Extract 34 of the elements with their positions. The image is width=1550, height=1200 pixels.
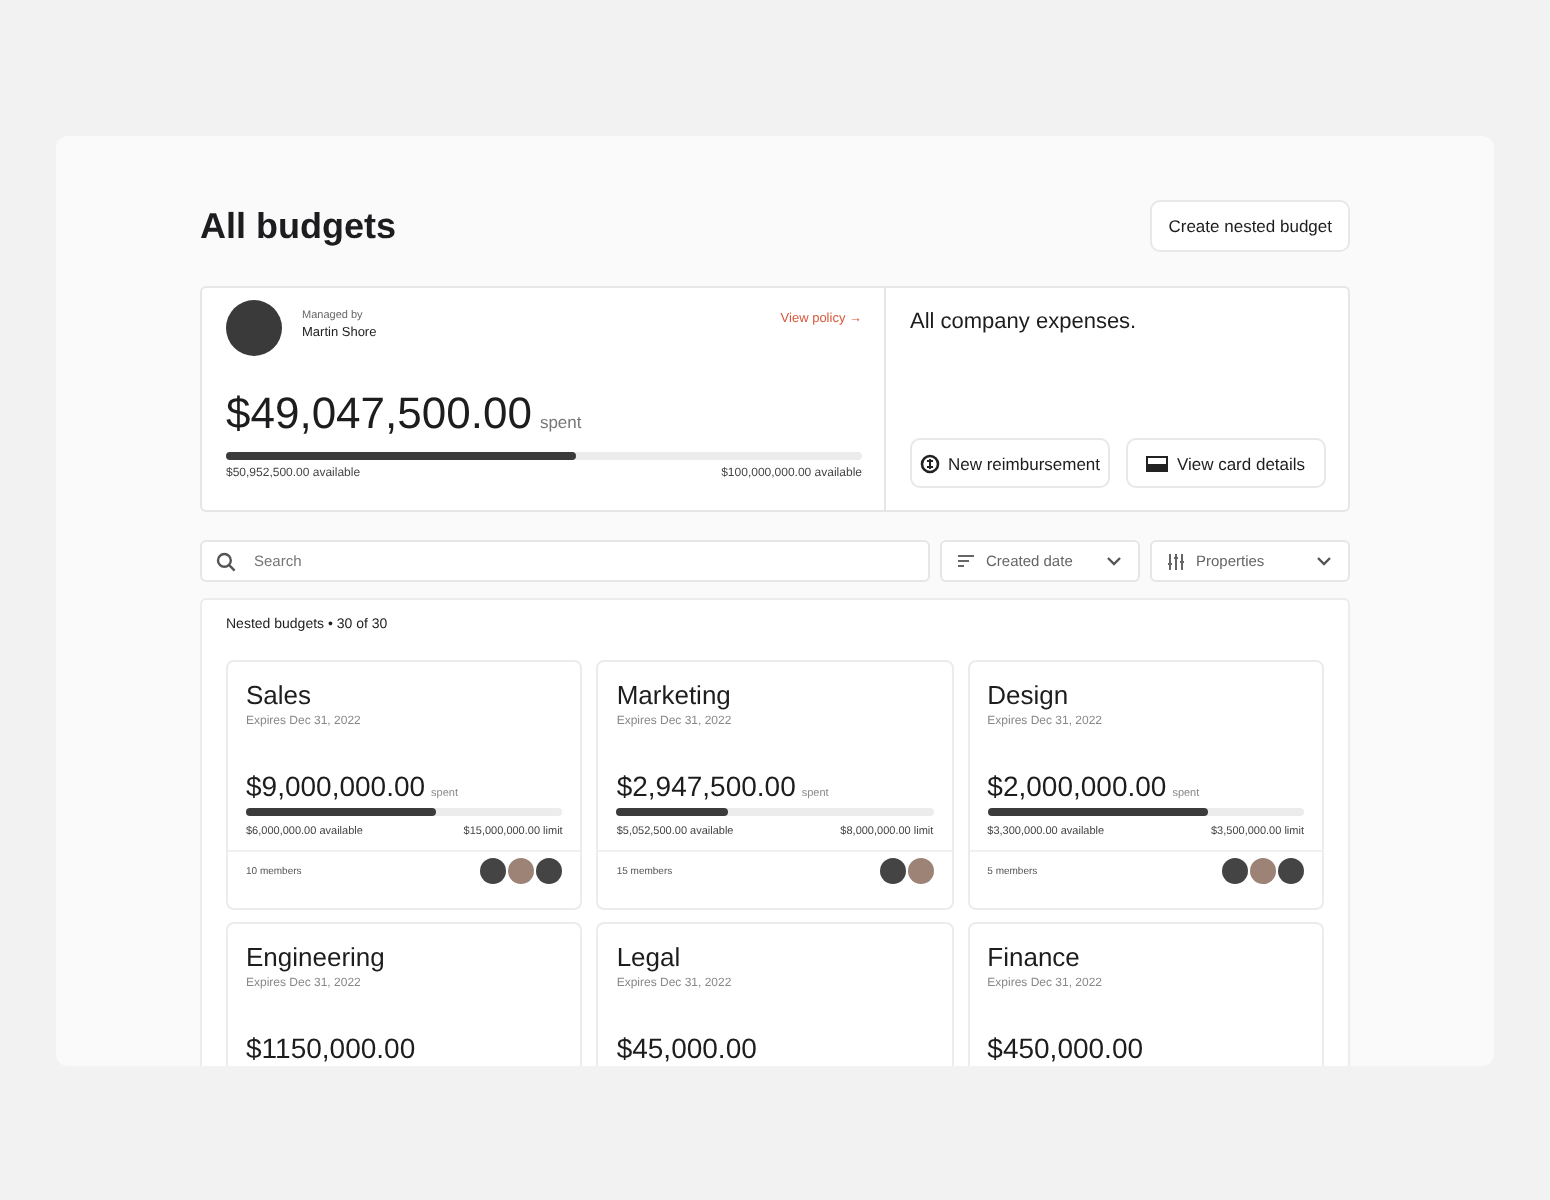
- budget-name: Design: [987, 680, 1071, 710]
- sliders-icon: [1168, 553, 1184, 569]
- budget-amount: $2,000,000.00: [987, 770, 1167, 802]
- view-card-button[interactable]: View card details: [1126, 438, 1326, 488]
- budget-amount: $1150,000.00: [246, 1032, 416, 1064]
- budget-amount: $9,000,000.00: [246, 770, 426, 802]
- chevron-down-icon: [1106, 556, 1122, 566]
- budget-amount: $45,000.00: [616, 1032, 757, 1064]
- create-budget-button[interactable]: Create nested budget: [1150, 200, 1350, 252]
- member-avatar: [508, 858, 535, 884]
- spent-label: spent: [539, 412, 582, 432]
- budget-name: Marketing: [616, 680, 733, 710]
- spent-amount: $49,047,500.00: [226, 388, 532, 440]
- member-avatar: [480, 858, 507, 884]
- budget-name: Sales: [246, 680, 314, 710]
- budget-name: Engineering: [246, 942, 387, 972]
- avatar-placeholder: [226, 300, 282, 356]
- budget-name: Finance: [987, 942, 1082, 972]
- chevron-down-icon: [1316, 556, 1332, 566]
- member-avatar: [1277, 858, 1304, 884]
- search-icon: [216, 551, 236, 571]
- budget-description: All company expenses.: [910, 310, 1139, 334]
- budget-amount: $2,947,500.00: [616, 770, 796, 802]
- member-avatar: [1249, 858, 1276, 884]
- member-avatar: [879, 858, 906, 884]
- member-avatar: [536, 858, 563, 884]
- budget-amount: $450,000.00: [987, 1032, 1144, 1064]
- reimbursement-button[interactable]: New reimbursement: [910, 438, 1110, 488]
- page-title: All budgets: [200, 205, 396, 247]
- member-avatar: [907, 858, 934, 884]
- sort-icon: [958, 554, 974, 568]
- member-avatar: [1221, 858, 1248, 884]
- card-icon: [1146, 455, 1169, 471]
- budget-name: Legal: [616, 942, 683, 972]
